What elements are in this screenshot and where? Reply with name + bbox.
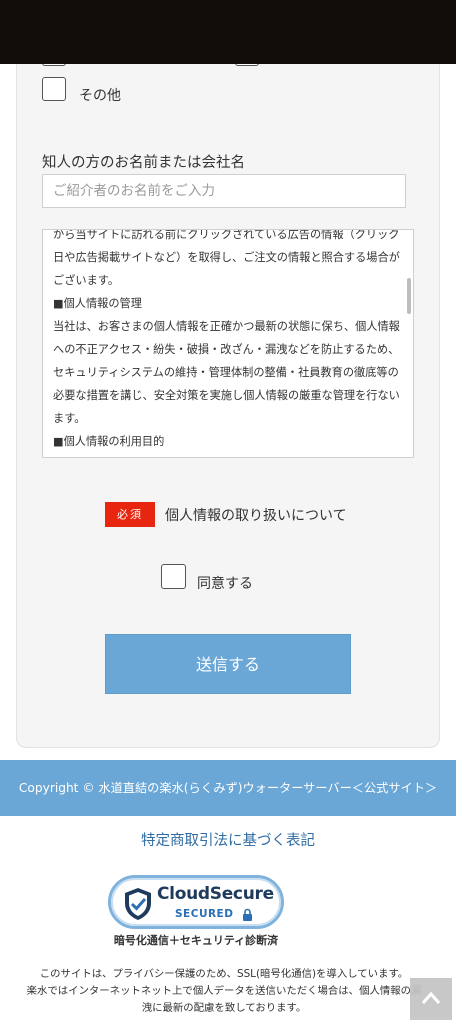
back-to-top-button[interactable] [410,978,452,1020]
submit-button[interactable]: 送信する [105,634,351,694]
ssl-notice-line: このサイトは、プライバシー保護のため、SSL(暗号化通信)を導入しています。 [39,968,409,980]
privacy-heading: ■個人情報の利用目的 [53,435,165,448]
privacy-heading: ■個人情報の管理 [53,297,142,310]
status-bar [0,0,456,64]
agree-checkbox[interactable] [161,564,186,589]
cloudsecure-seal[interactable]: CloudSecure SECURED [108,875,284,929]
privacy-policy-text: から当サイトに訪れる前にクリックされている広告の情報（クリック日や広告掲載サイト… [53,229,401,453]
seal-title: CloudSecure [157,884,274,904]
privacy-paragraph: から当サイトに訪れる前にクリックされている広告の情報（クリック日や広告掲載サイト… [53,229,400,287]
option-other-label: その他 [79,88,121,104]
referrer-label: 知人の方のお名前または会社名 [42,155,245,171]
legal-notice-link[interactable]: 特定商取引法に基づく表記 [0,829,456,850]
seal-subtitle: SECURED [175,908,234,920]
privacy-section-title: 個人情報の取り扱いについて [165,508,347,524]
ssl-notice-line: 楽水ではインターネットネット上で個人データを送信いただく場合は、個人情報の漏 [26,985,422,997]
referrer-input[interactable] [42,174,406,208]
ssl-notice-line: 洩に最新の配慮を致しております。 [141,1002,307,1014]
ssl-notice: このサイトは、プライバシー保護のため、SSL(暗号化通信)を導入しています。 楽… [8,966,440,1017]
lock-icon [243,908,252,921]
chevron-up-icon [421,991,441,1004]
seal-caption: 暗号化通信＋セキュリティ診断済 [113,934,279,947]
scrollbar-thumb[interactable] [407,278,411,314]
privacy-paragraph: 当社は、お客さまの個人情報を正確かつ最新の状態に保ち、個人情報への不正アクセス・… [53,320,400,425]
required-badge: 必須 [105,502,155,527]
agree-label: 同意する [197,576,253,592]
privacy-policy-scrollbox[interactable]: から当サイトに訪れる前にクリックされている広告の情報（クリック日や広告掲載サイト… [42,229,414,458]
checkbox-other[interactable] [42,77,66,101]
cloudsecure-shield-icon [125,888,151,920]
footer-copyright: Copyright © 水道直結の楽水(らくみず)ウォーターサーバー＜公式サイト… [0,760,456,816]
